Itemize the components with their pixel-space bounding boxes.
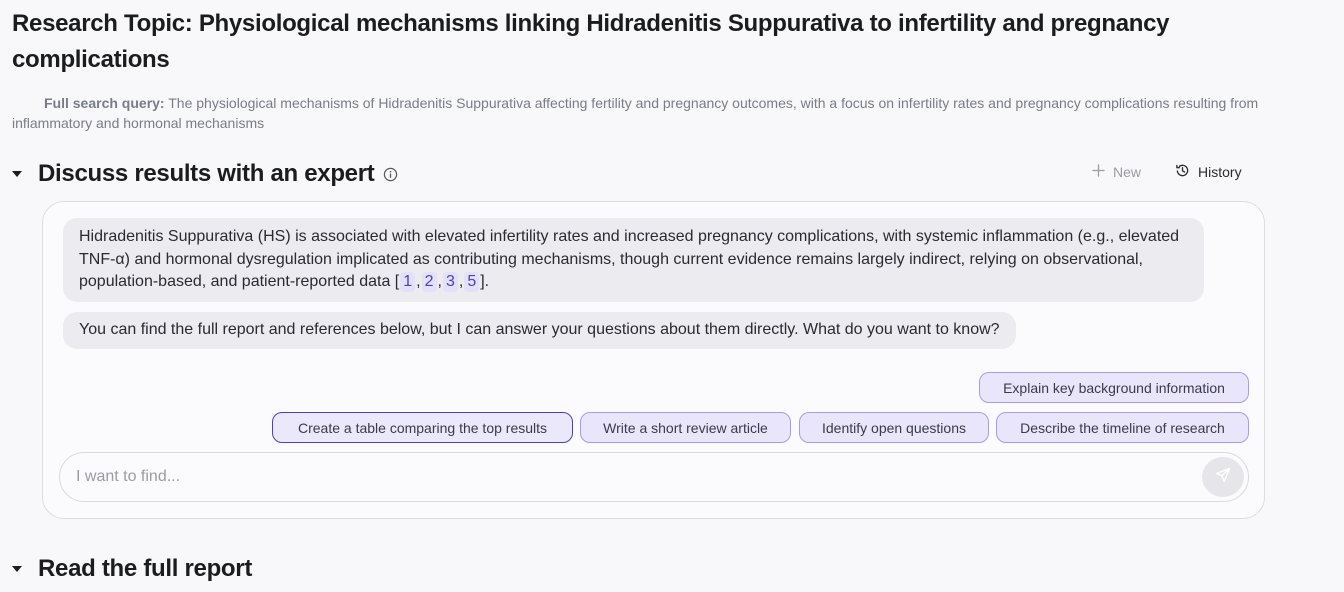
discuss-section-title: Discuss results with an expert xyxy=(38,160,375,187)
new-chat-button[interactable]: New xyxy=(1092,164,1141,180)
suggestion-chip[interactable]: Explain key background information xyxy=(979,372,1249,403)
suggestion-chip[interactable]: Describe the timeline of research xyxy=(996,412,1249,443)
report-section-title[interactable]: Read the full report xyxy=(38,555,252,583)
assistant-message-text: You can find the full report and referen… xyxy=(79,321,1000,338)
search-query-text: The physiological mechanisms of Hidraden… xyxy=(12,95,1259,131)
chat-input-container xyxy=(59,452,1249,502)
send-icon xyxy=(1215,467,1231,488)
citation-link[interactable]: 2 xyxy=(421,272,437,292)
assistant-message-text: Hidradenitis Suppurativa (HS) is associa… xyxy=(79,228,1180,290)
caret-down-icon[interactable] xyxy=(10,562,24,576)
info-icon[interactable] xyxy=(383,167,398,182)
citation-link[interactable]: 5 xyxy=(464,272,480,292)
history-button[interactable]: History xyxy=(1175,163,1242,181)
plus-icon xyxy=(1092,164,1105,180)
assistant-message: You can find the full report and referen… xyxy=(63,312,1016,349)
assistant-message: Hidradenitis Suppurativa (HS) is associa… xyxy=(63,218,1204,302)
suggestion-chip[interactable]: Identify open questions xyxy=(799,412,989,443)
citation-link[interactable]: 1 xyxy=(400,272,416,292)
report-section-header: Read the full report xyxy=(10,555,252,583)
history-icon xyxy=(1175,163,1190,181)
suggestion-chip[interactable]: Write a short review article xyxy=(580,412,791,443)
chat-actions: New History xyxy=(1092,163,1242,181)
history-label: History xyxy=(1198,164,1242,180)
page-title: Research Topic: Physiological mechanisms… xyxy=(12,10,1170,73)
search-query: Full search query: The physiological mec… xyxy=(12,93,1312,133)
discuss-section-header: Discuss results with an expert xyxy=(10,160,398,188)
citation-link[interactable]: 3 xyxy=(442,272,458,292)
suggestion-chip[interactable]: Create a table comparing the top results xyxy=(272,412,573,443)
search-query-label: Full search query: xyxy=(44,95,165,111)
new-chat-label: New xyxy=(1113,164,1142,180)
caret-down-icon[interactable] xyxy=(10,167,24,181)
send-button[interactable] xyxy=(1202,457,1244,497)
chat-input[interactable] xyxy=(76,453,1176,501)
chat-panel: Hidradenitis Suppurativa (HS) is associa… xyxy=(42,201,1265,519)
assistant-message-end: ]. xyxy=(480,273,490,290)
